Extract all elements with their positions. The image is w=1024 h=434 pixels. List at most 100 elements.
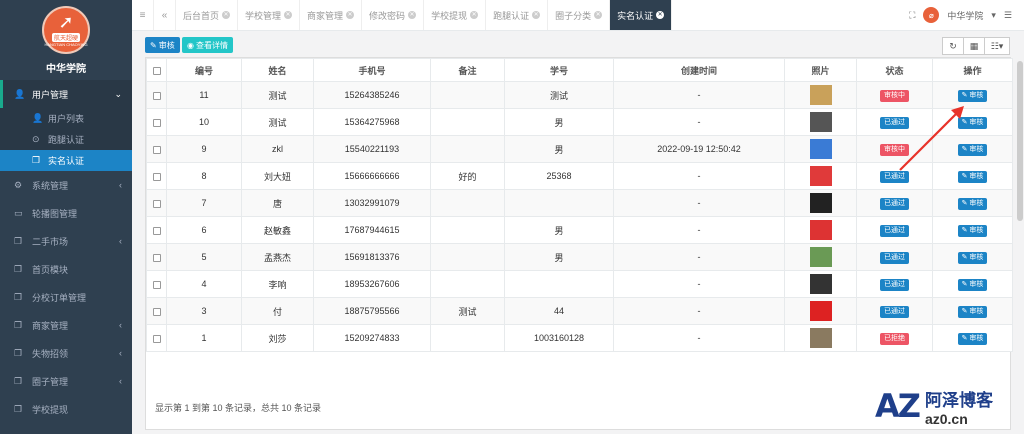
select-all-cell[interactable] — [146, 58, 167, 82]
sidebar-subitem-realname-auth[interactable]: ❐ 实名认证 — [0, 150, 132, 171]
header-created[interactable]: 创建时间 — [613, 58, 785, 82]
row-select-cell[interactable] — [146, 324, 167, 352]
sidebar-subitem-errand-auth[interactable]: ⊙ 跑腿认证 — [0, 129, 132, 150]
sidebar-item-circles[interactable]: ❐ 圈子管理 ‹ — [0, 367, 132, 395]
sidebar-item-branch-orders[interactable]: ❐ 分校订单管理 — [0, 283, 132, 311]
table-row[interactable]: 7 唐 13032991079 - 已通过 ✎ 审核 — [146, 189, 1013, 217]
row-audit-button[interactable]: ✎ 审核 — [957, 224, 988, 237]
sidebar-item-school-withdraw[interactable]: ❐ 学校提现 — [0, 395, 132, 423]
header-name[interactable]: 姓名 — [241, 58, 314, 82]
close-icon[interactable]: ✕ — [656, 11, 665, 19]
sidebar-subitem-user-list[interactable]: 👤 用户列表 — [0, 108, 132, 129]
row-select-cell[interactable] — [146, 135, 167, 163]
tab-home[interactable]: 后台首页 ✕ — [176, 0, 239, 30]
table-row[interactable]: 1 刘莎 15209274833 1003160128- 已拒绝 ✎ 审核 — [146, 324, 1013, 352]
header-note[interactable]: 备注 — [430, 58, 505, 82]
close-icon[interactable]: ✕ — [594, 11, 603, 19]
photo-thumbnail[interactable] — [809, 220, 832, 240]
tab-change-password[interactable]: 修改密码 ✕ — [362, 0, 425, 30]
photo-thumbnail[interactable] — [809, 139, 832, 159]
row-select-cell[interactable] — [146, 243, 167, 271]
tab-school-withdraw[interactable]: 学校提现 ✕ — [424, 0, 487, 30]
close-icon[interactable]: ✕ — [532, 11, 541, 19]
caret-down-icon[interactable]: ▾ — [991, 10, 996, 21]
sidebar-item-carousel[interactable]: ▭ 轮播图管理 — [0, 199, 132, 227]
row-select-cell[interactable] — [146, 297, 167, 325]
table-row[interactable]: 11 测试 15264385246 测试 - 审核中 ✎ 审核 — [146, 81, 1013, 109]
tab-merchant-management[interactable]: 商家管理 ✕ — [300, 0, 363, 30]
row-audit-button[interactable]: ✎ 审核 — [957, 143, 988, 156]
row-audit-button[interactable]: ✎ 审核 — [957, 305, 988, 318]
close-icon[interactable]: ✕ — [470, 11, 479, 19]
columns-dropdown-button[interactable]: ☷▾ — [984, 37, 1010, 55]
close-icon[interactable]: ✕ — [222, 11, 231, 19]
photo-thumbnail[interactable] — [809, 328, 832, 348]
tabs-scroll-left-button[interactable]: « — [154, 0, 176, 30]
school-logo[interactable]: ➚ 航天超硬 HANGTIAN CHAOYING — [42, 6, 90, 54]
row-select-cell[interactable] — [146, 81, 167, 109]
row-checkbox[interactable] — [152, 307, 161, 316]
row-audit-button[interactable]: ✎ 审核 — [957, 197, 988, 210]
row-checkbox[interactable] — [152, 172, 161, 181]
row-checkbox[interactable] — [152, 334, 161, 343]
page-scrollbar[interactable] — [1016, 31, 1024, 434]
sidebar-item-merchants[interactable]: ❐ 商家管理 ‹ — [0, 311, 132, 339]
table-row[interactable]: 3 付 18875795566 测试 44- 已通过 ✎ 审核 — [146, 297, 1013, 325]
row-checkbox[interactable] — [152, 91, 161, 100]
scrollbar-thumb[interactable] — [1017, 61, 1023, 221]
sidebar-item-lost-found[interactable]: ❐ 失物招领 ‹ — [0, 339, 132, 367]
photo-thumbnail[interactable] — [809, 85, 832, 105]
table-row[interactable]: 10 测试 15364275968 男 - 已通过 ✎ 审核 — [146, 108, 1013, 136]
menu-toggle-button[interactable]: ≡ — [132, 0, 154, 30]
photo-thumbnail[interactable] — [809, 112, 832, 132]
row-audit-button[interactable]: ✎ 审核 — [957, 251, 988, 264]
row-select-cell[interactable] — [146, 108, 167, 136]
table-row[interactable]: 6 赵敏鑫 17687944615 男 - 已通过 ✎ 审核 — [146, 216, 1013, 244]
row-checkbox[interactable] — [152, 199, 161, 208]
row-checkbox[interactable] — [152, 226, 161, 235]
table-row[interactable]: 8 刘大妞 15666666666 好的 25368- 已通过 ✎ 审核 — [146, 162, 1013, 190]
row-select-cell[interactable] — [146, 270, 167, 298]
table-row[interactable]: 9 zkl 15540221193 男 2022-09-19 12:50:42 审核中 ✎ … — [146, 135, 1013, 163]
tab-realname-auth[interactable]: 实名认证 ✕ — [610, 0, 673, 30]
tab-errand-auth[interactable]: 跑腿认证 ✕ — [486, 0, 549, 30]
photo-thumbnail[interactable] — [809, 193, 832, 213]
header-id[interactable]: 编号 — [166, 58, 242, 82]
row-audit-button[interactable]: ✎ 审核 — [957, 89, 988, 102]
tab-circle-category[interactable]: 圈子分类 ✕ — [548, 0, 611, 30]
close-icon[interactable]: ✕ — [408, 11, 417, 19]
close-icon[interactable]: ✕ — [284, 11, 293, 19]
header-status[interactable]: 状态 — [856, 58, 933, 82]
sidebar-item-home-module[interactable]: ❐ 首页模块 — [0, 255, 132, 283]
row-select-cell[interactable] — [146, 162, 167, 190]
fullscreen-icon[interactable]: ⛶ — [909, 10, 915, 21]
header-student-no[interactable]: 学号 — [504, 58, 614, 82]
header-phone[interactable]: 手机号 — [313, 58, 431, 82]
table-row[interactable]: 4 李响 18953267606 - 已通过 ✎ 审核 — [146, 270, 1013, 298]
close-icon[interactable]: ✕ — [346, 11, 355, 19]
row-audit-button[interactable]: ✎ 审核 — [957, 278, 988, 291]
header-photo[interactable]: 照片 — [784, 58, 857, 82]
row-select-cell[interactable] — [146, 216, 167, 244]
view-detail-button[interactable]: ◉ 查看详情 — [182, 37, 233, 53]
row-audit-button[interactable]: ✎ 审核 — [957, 116, 988, 129]
sidebar-item-user-management[interactable]: 👤 用户管理 ⌄ — [0, 80, 132, 108]
row-checkbox[interactable] — [152, 145, 161, 154]
photo-thumbnail[interactable] — [809, 274, 832, 294]
toggle-view-button[interactable]: ▦ — [963, 37, 985, 55]
user-name[interactable]: 中华学院 — [947, 9, 983, 22]
sidebar-item-secondhand[interactable]: ❐ 二手市场 ‹ — [0, 227, 132, 255]
header-action[interactable]: 操作 — [932, 58, 1013, 82]
row-checkbox[interactable] — [152, 253, 161, 262]
row-audit-button[interactable]: ✎ 审核 — [957, 332, 988, 345]
sidebar-item-system[interactable]: ⚙ 系统管理 ‹ — [0, 171, 132, 199]
photo-thumbnail[interactable] — [809, 166, 832, 186]
tab-school-management[interactable]: 学校管理 ✕ — [238, 0, 301, 30]
row-audit-button[interactable]: ✎ 审核 — [957, 170, 988, 183]
row-checkbox[interactable] — [152, 280, 161, 289]
avatar[interactable]: ⌀ — [923, 7, 940, 23]
photo-thumbnail[interactable] — [809, 301, 832, 321]
refresh-button[interactable]: ↻ — [942, 37, 964, 55]
table-row[interactable]: 5 孟燕杰 15691813376 男 - 已通过 ✎ 审核 — [146, 243, 1013, 271]
select-all-checkbox[interactable] — [152, 66, 161, 75]
